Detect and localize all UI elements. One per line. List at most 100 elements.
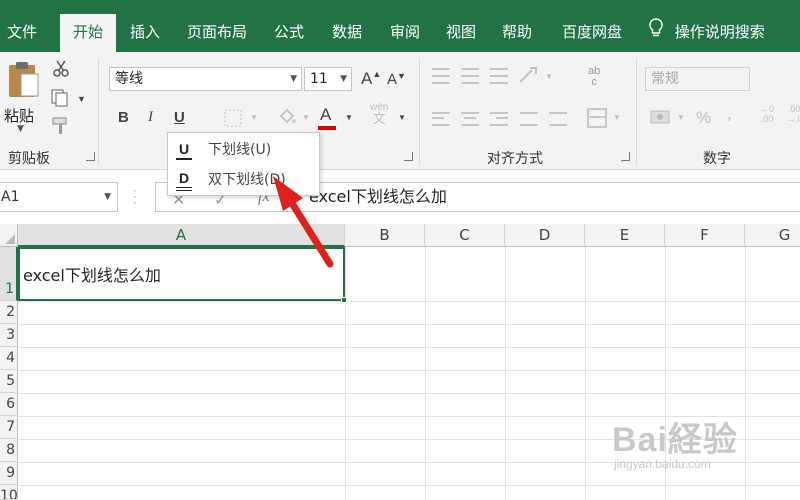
phonetic-bottom: 文: [372, 111, 386, 126]
tab-view[interactable]: 视图: [438, 14, 484, 52]
underline-button[interactable]: U: [174, 109, 185, 126]
phonetic-guide-button[interactable]: wén 文: [370, 102, 388, 126]
merge-center-icon[interactable]: [587, 108, 607, 128]
copy-dropdown-icon[interactable]: ▼: [77, 94, 86, 104]
font-color-dropdown-icon[interactable]: ▼: [345, 113, 353, 122]
tab-file[interactable]: 文件: [0, 14, 44, 52]
shrink-font-glyph: A: [387, 71, 398, 88]
gridline: [18, 347, 800, 348]
borders-dropdown-icon[interactable]: ▼: [250, 113, 258, 122]
row-header-3[interactable]: 3: [0, 324, 18, 347]
tab-formulas[interactable]: 公式: [266, 14, 312, 52]
ribbon-tab-bar: 文件 开始 插入 页面布局 公式 数据 审阅 视图 帮助 百度网盘 操作说明搜索: [0, 0, 800, 52]
decrease-decimal-bottom: →.0: [786, 114, 800, 124]
phonetic-dropdown-icon[interactable]: ▼: [398, 113, 406, 122]
fill-color-dropdown-icon[interactable]: ▼: [302, 113, 310, 122]
gridline: [345, 247, 346, 500]
tab-home[interactable]: 开始: [60, 14, 116, 52]
middle-align-icon[interactable]: [461, 68, 479, 84]
tab-baidu-netdisk[interactable]: 百度网盘: [552, 14, 632, 52]
decrease-indent-icon[interactable]: [520, 112, 538, 126]
column-header-f[interactable]: F: [665, 224, 745, 247]
fill-color-icon[interactable]: [277, 108, 297, 126]
number-format-combo[interactable]: 常规: [645, 67, 750, 91]
underline-dropdown-menu: U 下划线(U) D 双下划线(D): [167, 132, 320, 196]
tab-page-layout[interactable]: 页面布局: [180, 14, 254, 52]
currency-icon[interactable]: [650, 108, 672, 128]
gridline: [18, 370, 800, 371]
row-header-5[interactable]: 5: [0, 370, 18, 393]
formula-bar-area: A1 ▼ · · · ✕ ✓ fx excel下划线怎么加: [0, 170, 800, 224]
bottom-align-icon[interactable]: [490, 68, 508, 84]
tell-me-search[interactable]: 操作说明搜索: [648, 14, 765, 50]
group-divider: [98, 58, 99, 164]
orientation-dropdown-icon[interactable]: ▼: [545, 72, 553, 81]
wrap-text-button[interactable]: ab c: [588, 66, 600, 88]
menu-item-single-underline[interactable]: U 下划线(U): [168, 136, 319, 164]
copy-icon[interactable]: [50, 88, 70, 108]
tab-review[interactable]: 审阅: [382, 14, 428, 52]
align-center-icon[interactable]: [461, 112, 479, 126]
row-header-4[interactable]: 4: [0, 347, 18, 370]
currency-dropdown-icon[interactable]: ▼: [677, 113, 685, 122]
borders-icon[interactable]: [224, 109, 242, 127]
increase-indent-icon[interactable]: [549, 112, 567, 126]
align-right-icon[interactable]: [490, 112, 508, 126]
gridline: [585, 247, 586, 500]
gridline: [745, 247, 746, 500]
row-header-1[interactable]: 1: [0, 247, 18, 301]
tab-help[interactable]: 帮助: [494, 14, 540, 52]
font-launcher-icon[interactable]: [404, 152, 413, 161]
font-size-combo[interactable]: 11 ▼: [304, 67, 352, 91]
fill-handle[interactable]: [341, 297, 347, 303]
row-header-6[interactable]: 6: [0, 393, 18, 416]
column-header-d[interactable]: D: [505, 224, 585, 247]
align-left-icon[interactable]: [432, 112, 450, 126]
font-size-value: 11: [310, 71, 328, 87]
decrease-font-size-button[interactable]: A▼: [387, 71, 406, 88]
column-header-g[interactable]: G: [745, 224, 800, 247]
formula-content[interactable]: excel下划线怎么加: [309, 182, 447, 212]
alignment-launcher-icon[interactable]: [621, 152, 630, 161]
row-header-7[interactable]: 7: [0, 416, 18, 439]
name-box[interactable]: A1 ▼: [0, 182, 118, 212]
increase-font-size-button[interactable]: A▲: [361, 69, 381, 89]
column-header-e[interactable]: E: [585, 224, 665, 247]
column-header-c[interactable]: C: [425, 224, 505, 247]
comma-style-button[interactable]: ,: [727, 104, 732, 124]
increase-decimal-button[interactable]: ←0 .00: [760, 104, 774, 124]
paste-button[interactable]: 粘贴 ▼: [4, 60, 40, 140]
top-align-icon[interactable]: [432, 68, 450, 84]
font-color-button[interactable]: A: [320, 105, 331, 125]
row-header-2[interactable]: 2: [0, 301, 18, 324]
tab-data[interactable]: 数据: [324, 14, 370, 52]
gridline: [18, 324, 800, 325]
increase-decimal-top: ←0: [760, 104, 775, 114]
orientation-icon[interactable]: [518, 66, 540, 84]
row-header-8[interactable]: 8: [0, 439, 18, 462]
cell-a1[interactable]: excel下划线怎么加: [18, 247, 345, 301]
percent-button[interactable]: %: [696, 108, 711, 128]
tab-insert[interactable]: 插入: [122, 14, 168, 52]
cut-icon[interactable]: [52, 60, 70, 78]
format-painter-icon[interactable]: [50, 116, 70, 136]
row-header-10[interactable]: 10: [0, 485, 18, 500]
clipboard-launcher-icon[interactable]: [86, 152, 95, 161]
baidu-jingyan-watermark: Bai経验 jingyan.baidu.com: [612, 412, 738, 471]
column-header-b[interactable]: B: [345, 224, 425, 247]
decrease-decimal-button[interactable]: .00 →.0: [786, 104, 800, 124]
alignment-group-label: 对齐方式: [487, 151, 543, 167]
menu-item-double-underline[interactable]: D 双下划线(D): [168, 166, 319, 194]
select-all-corner[interactable]: [0, 224, 18, 247]
row-header-9[interactable]: 9: [0, 462, 18, 485]
column-header-a[interactable]: A: [18, 224, 345, 247]
menu-item-label: 双下划线(D): [208, 172, 286, 188]
underline-icon: U: [176, 138, 192, 160]
italic-button[interactable]: I: [148, 109, 153, 126]
merge-dropdown-icon[interactable]: ▼: [613, 113, 621, 122]
paste-dropdown-icon: ▼: [17, 124, 24, 134]
lightbulb-icon: [648, 15, 670, 51]
tell-me-label: 操作说明搜索: [674, 23, 765, 41]
font-name-combo[interactable]: 等线 ▼: [109, 67, 302, 91]
bold-button[interactable]: B: [118, 109, 129, 126]
